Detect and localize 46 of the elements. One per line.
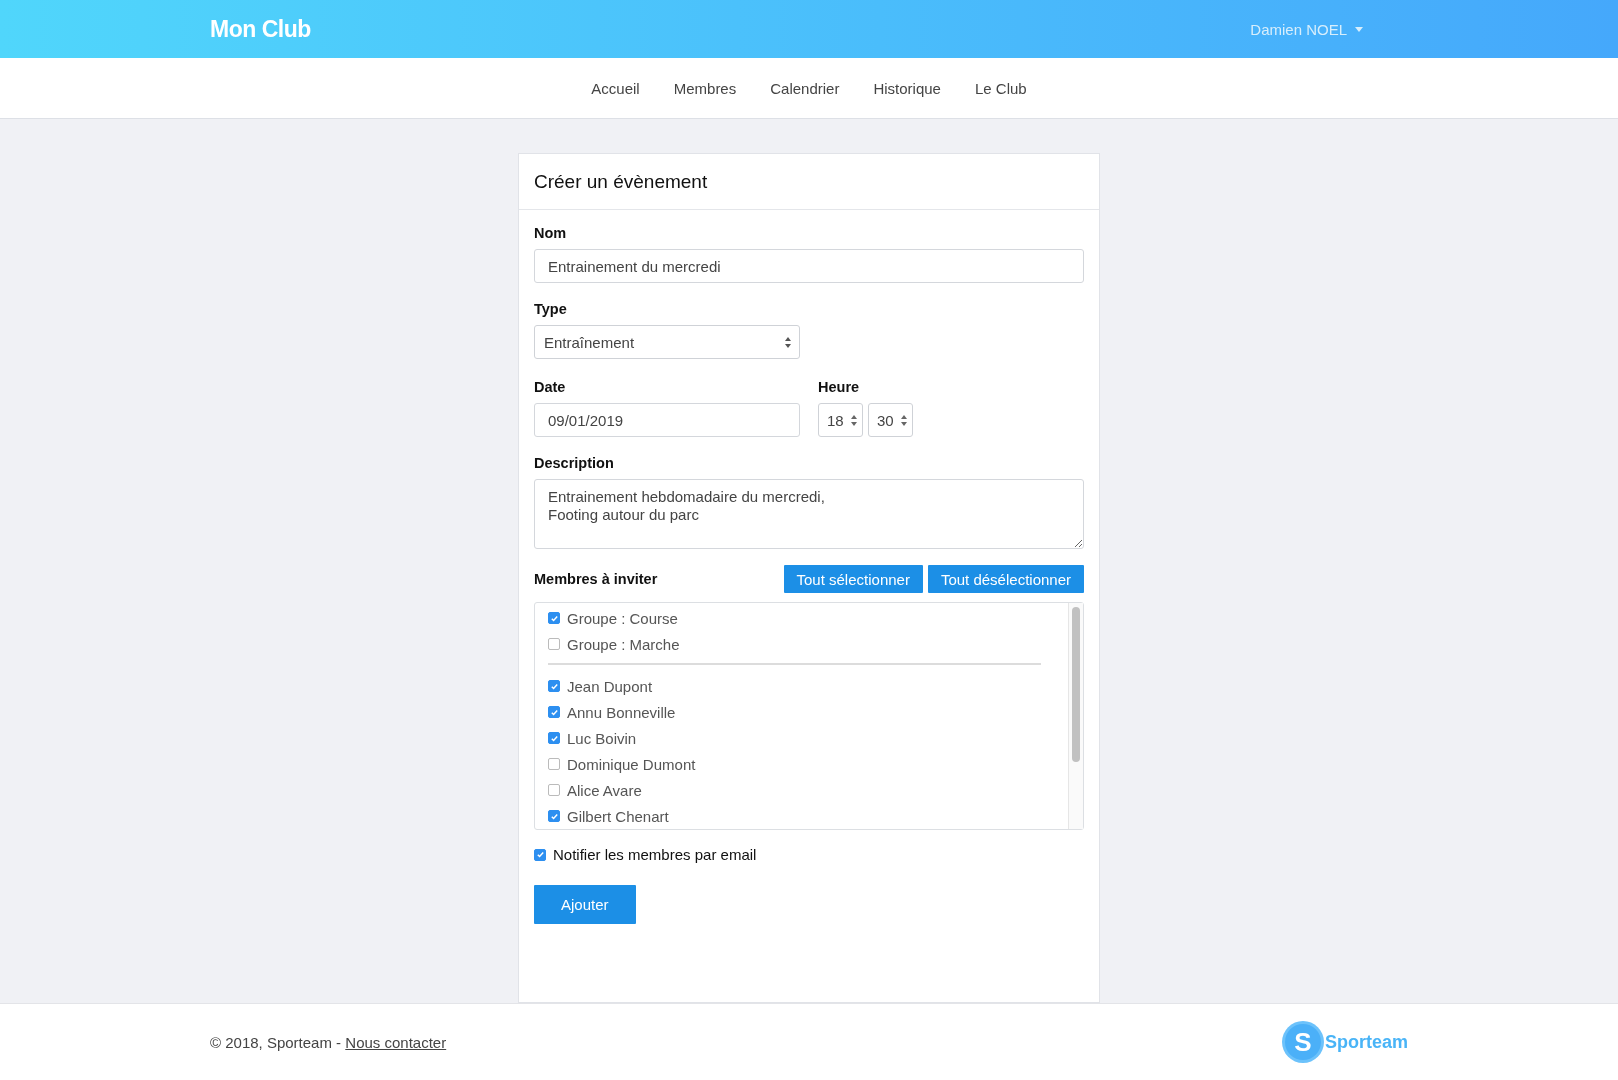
field-label: Heure bbox=[818, 379, 861, 395]
field-label: Description bbox=[534, 455, 615, 471]
nav-link[interactable]: Le Club bbox=[974, 79, 1027, 97]
checkbox[interactable] bbox=[548, 758, 560, 770]
member-label[interactable]: Gilbert Chenart bbox=[567, 807, 669, 825]
card-title: Créer un évènement bbox=[534, 170, 708, 193]
updown-icon bbox=[785, 336, 791, 348]
nav-link[interactable]: Membres bbox=[673, 79, 737, 97]
nav-link[interactable]: Accueil bbox=[591, 79, 640, 97]
field-label: Nom bbox=[534, 225, 568, 241]
member-label[interactable]: Dominique Dumont bbox=[567, 755, 696, 773]
minute-select[interactable]: 30 bbox=[868, 403, 913, 437]
description-field[interactable]: Entrainement hebdomadaire du mercredi, Footing autour du parc bbox=[534, 479, 1084, 549]
checkbox[interactable] bbox=[548, 732, 560, 744]
logo-text: Sporteam bbox=[1324, 1031, 1408, 1053]
group-label[interactable]: Groupe : Marche bbox=[567, 635, 680, 653]
checkbox[interactable] bbox=[548, 810, 560, 822]
checkbox[interactable] bbox=[534, 848, 546, 861]
logo-badge: S bbox=[1284, 1024, 1321, 1060]
type-select[interactable]: Entraînement bbox=[534, 325, 800, 359]
scrollbar[interactable] bbox=[1068, 603, 1083, 829]
caret-icon bbox=[1355, 26, 1363, 32]
field-label: Date bbox=[534, 379, 567, 395]
notify-label[interactable]: Notifier les membres par email bbox=[553, 846, 757, 863]
updown-icon bbox=[901, 414, 907, 426]
name-field[interactable]: Entrainement du mercredi bbox=[534, 249, 1084, 283]
checkbox[interactable] bbox=[548, 638, 560, 650]
updown-icon bbox=[851, 414, 857, 426]
checkbox[interactable] bbox=[548, 680, 560, 692]
hour-select[interactable]: 18 bbox=[818, 403, 863, 437]
field-label: Membres à inviter bbox=[534, 571, 658, 587]
group-label[interactable]: Groupe : Course bbox=[567, 609, 678, 627]
date-field[interactable]: 09/01/2019 bbox=[534, 403, 800, 437]
copyright-text: © 2018, Sporteam - Nous contacter bbox=[210, 1033, 447, 1051]
contact-link[interactable]: Nous contacter bbox=[345, 1033, 447, 1051]
nav-link[interactable]: Calendrier bbox=[770, 79, 840, 97]
member-label[interactable]: Alice Avare bbox=[567, 781, 642, 799]
field-label: Type bbox=[534, 301, 568, 317]
checkbox[interactable] bbox=[548, 706, 560, 718]
member-label[interactable]: Luc Boivin bbox=[567, 729, 637, 747]
checkbox[interactable] bbox=[548, 612, 560, 624]
member-label[interactable]: Annu Bonneville bbox=[567, 703, 676, 721]
scrollbar-thumb[interactable] bbox=[1072, 607, 1080, 762]
nav-link[interactable]: Historique bbox=[873, 79, 941, 97]
checkbox[interactable] bbox=[548, 784, 560, 796]
member-label[interactable]: Jean Dupont bbox=[567, 677, 653, 695]
